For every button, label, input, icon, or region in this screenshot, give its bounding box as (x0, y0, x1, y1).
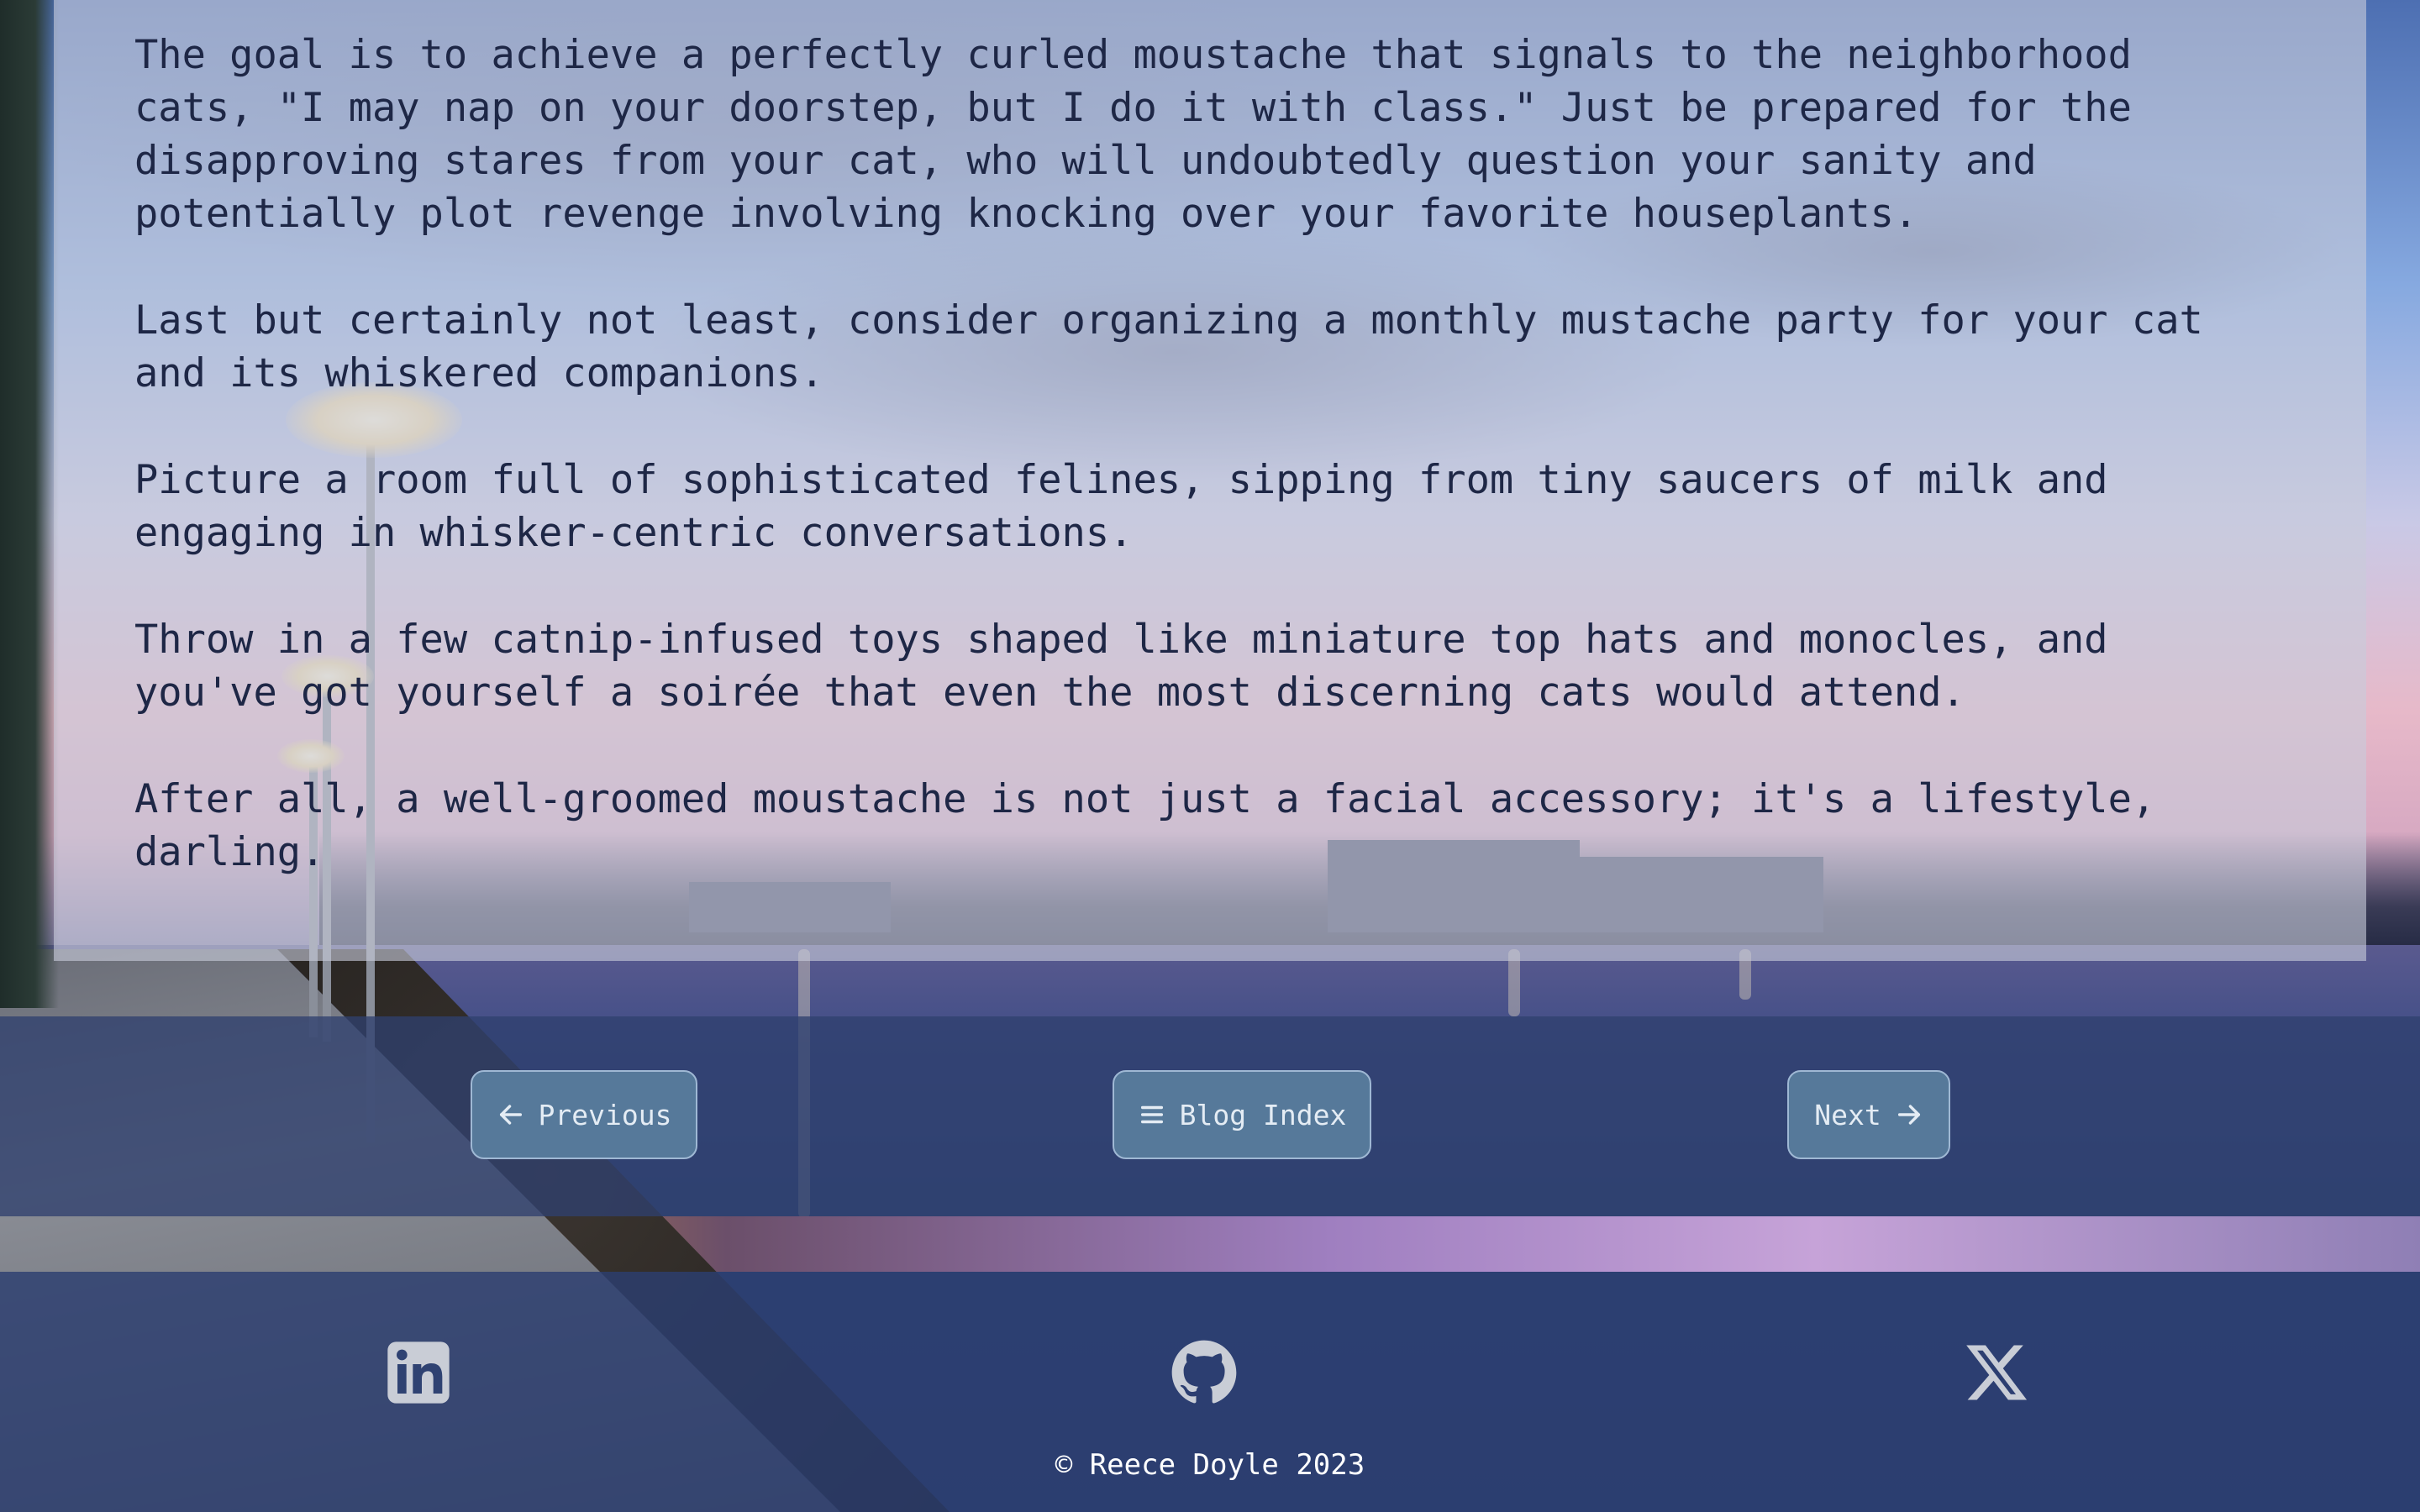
blog-index-label: Blog Index (1179, 1098, 1347, 1131)
next-post-label: Next (1814, 1098, 1881, 1131)
article-paragraph: Last but certainly not least, consider o… (134, 297, 2203, 396)
next-post-button[interactable]: Next (1787, 1070, 1950, 1159)
linkedin-link[interactable] (385, 1339, 452, 1406)
arrow-right-icon (1897, 1105, 1920, 1125)
previous-post-button[interactable]: Previous (471, 1070, 697, 1159)
linkedin-icon (387, 1341, 450, 1404)
post-navigation: Previous Blog Index Next (0, 1016, 2420, 1216)
x-icon (1966, 1345, 2028, 1400)
article-content: The goal is to achieve a perfectly curle… (54, 0, 2366, 961)
arrow-left-icon (499, 1105, 522, 1125)
github-link[interactable] (1171, 1339, 1238, 1406)
article-paragraph: Picture a room full of sophisticated fel… (134, 457, 2108, 556)
article-paragraph: The goal is to achieve a perfectly curle… (134, 32, 2132, 237)
menu-icon (1140, 1105, 1163, 1124)
background-tree (0, 0, 59, 1008)
blog-index-button[interactable]: Blog Index (1113, 1070, 1371, 1159)
copyright-text: © Reece Doyle 2023 (1055, 1448, 1365, 1482)
article-paragraph: Throw in a few catnip-infused toys shape… (134, 617, 2108, 716)
site-footer: © Reece Doyle 2023 (0, 1272, 2420, 1512)
article-paragraph: After all, a well-groomed moustache is n… (134, 776, 2156, 875)
x-link[interactable] (1963, 1339, 2030, 1406)
github-icon (1171, 1340, 1237, 1404)
previous-post-label: Previous (538, 1098, 672, 1131)
